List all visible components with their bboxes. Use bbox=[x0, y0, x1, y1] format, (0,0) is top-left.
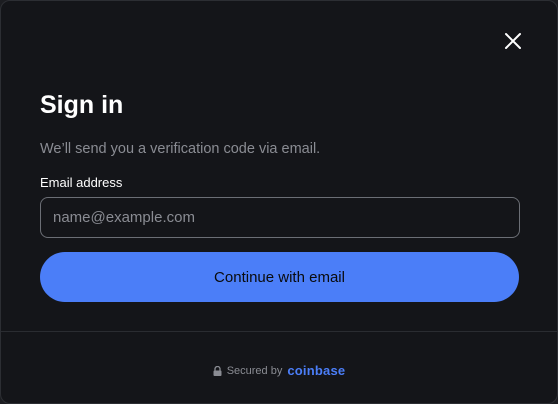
continue-with-email-button[interactable]: Continue with email bbox=[40, 252, 519, 302]
close-button[interactable] bbox=[501, 29, 525, 53]
email-label: Email address bbox=[40, 175, 123, 190]
dialog-title: Sign in bbox=[40, 91, 124, 119]
email-input[interactable] bbox=[40, 197, 520, 238]
secured-by-text: Secured by bbox=[226, 364, 283, 377]
footer-divider bbox=[1, 331, 557, 332]
lock-icon bbox=[213, 365, 222, 376]
dialog-subtitle: We’ll send you a verification code via e… bbox=[40, 141, 321, 157]
secured-by-footer: Secured by coinbase bbox=[1, 363, 557, 378]
close-icon bbox=[505, 33, 521, 49]
coinbase-logo: coinbase bbox=[287, 363, 346, 378]
sign-in-dialog: Sign in We’ll send you a verification co… bbox=[0, 0, 558, 404]
